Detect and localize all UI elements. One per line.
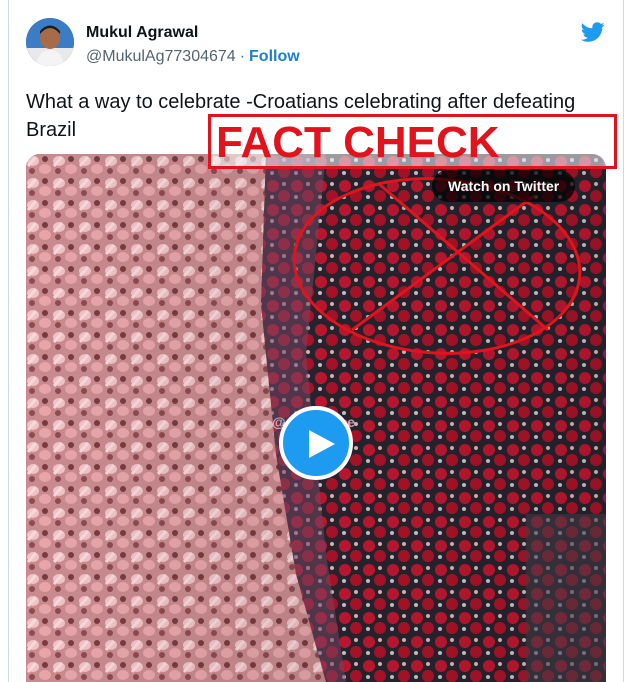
play-button[interactable] — [279, 406, 353, 480]
watch-on-twitter-button[interactable]: Watch on Twitter — [432, 170, 576, 202]
play-icon — [309, 430, 335, 458]
fact-check-annotation-overlay — [292, 177, 582, 355]
annotation-cross-b — [351, 194, 535, 332]
fact-check-label: FACT CHECK — [216, 118, 500, 167]
